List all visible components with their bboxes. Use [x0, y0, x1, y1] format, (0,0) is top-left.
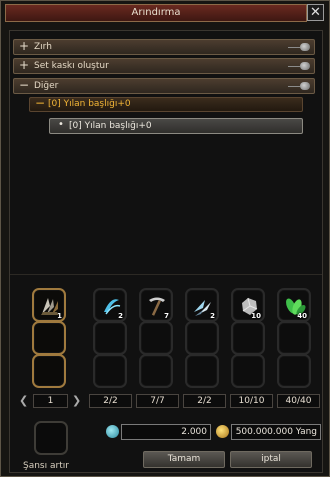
material-slot[interactable]: 2	[93, 288, 127, 322]
material-slot-empty[interactable]	[93, 321, 127, 355]
material-count: 10/10	[230, 394, 273, 408]
material-slot-empty[interactable]	[277, 354, 311, 388]
close-button[interactable]: ✕	[307, 4, 324, 21]
divider-line	[288, 86, 300, 87]
refine-window: Arındırma ✕ + Zırh + Set kaskı oluştur −…	[0, 0, 330, 477]
material-slot-empty[interactable]	[139, 321, 173, 355]
yang-cost-field: 500.000.000 Yang	[231, 424, 321, 440]
item-count: 10	[251, 312, 261, 320]
category-label: Zırh	[34, 42, 52, 52]
material-slot-empty[interactable]	[93, 354, 127, 388]
material-slot[interactable]: 10	[231, 288, 265, 322]
subcategory-snake-helmet[interactable]: − [0] Yılan başlığı+0	[29, 97, 303, 112]
points-cost-field: 2.000	[121, 424, 211, 440]
collapse-icon: −	[35, 96, 46, 110]
dragon-coin-icon	[106, 425, 119, 438]
material-count: 2/2	[89, 394, 132, 408]
window-title-bar[interactable]: Arındırma	[5, 4, 307, 22]
item-count: 2	[210, 312, 215, 320]
material-slot-empty[interactable]	[231, 321, 265, 355]
main-item-slot-empty[interactable]	[32, 321, 66, 355]
item-count: 1	[57, 312, 62, 320]
main-item-slot[interactable]: 1	[32, 288, 66, 322]
material-slot-empty[interactable]	[185, 354, 219, 388]
category-set-helmet[interactable]: + Set kaskı oluştur	[13, 58, 315, 74]
expand-icon: +	[19, 58, 30, 72]
expand-icon: +	[19, 39, 30, 53]
material-slot[interactable]: 40	[277, 288, 311, 322]
material-count: 2/2	[183, 394, 226, 408]
recipe-label: [0] Yılan başlığı+0	[69, 121, 152, 131]
page-number: 1	[33, 394, 68, 408]
section-divider	[10, 274, 322, 275]
chance-boost-slot[interactable]	[34, 421, 68, 455]
close-icon: ✕	[310, 5, 321, 20]
knob-icon	[300, 62, 310, 70]
category-label: Set kaskı oluştur	[34, 61, 109, 71]
divider-line	[288, 66, 300, 67]
material-count: 40/40	[277, 394, 320, 408]
divider-line	[288, 47, 300, 48]
item-count: 7	[164, 312, 169, 320]
item-count: 40	[297, 312, 307, 320]
main-item-slot-empty[interactable]	[32, 354, 66, 388]
material-count: 7/7	[136, 394, 179, 408]
cancel-button[interactable]: iptal	[230, 451, 312, 468]
category-armor[interactable]: + Zırh	[13, 39, 315, 55]
material-slot-empty[interactable]	[139, 354, 173, 388]
knob-icon	[300, 82, 310, 90]
chance-boost-label: Şansı artır	[23, 461, 69, 471]
yang-coin-icon	[216, 425, 229, 438]
collapse-icon: −	[19, 78, 30, 92]
item-count: 2	[118, 312, 123, 320]
next-page-icon[interactable]: ❯	[72, 394, 81, 408]
ok-button[interactable]: Tamam	[143, 451, 225, 468]
material-slot-empty[interactable]	[277, 321, 311, 355]
subcategory-label: [0] Yılan başlığı+0	[48, 99, 131, 109]
material-slot[interactable]: 7	[139, 288, 173, 322]
material-slot-empty[interactable]	[185, 321, 219, 355]
bullet-icon: •	[58, 119, 64, 130]
knob-icon	[300, 43, 310, 51]
material-slot[interactable]: 2	[185, 288, 219, 322]
recipe-item-snake-helmet[interactable]: • [0] Yılan başlığı+0	[49, 118, 303, 134]
category-label: Diğer	[34, 81, 59, 91]
window-title: Arındırma	[131, 7, 181, 18]
category-other[interactable]: − Diğer	[13, 78, 315, 94]
prev-page-icon[interactable]: ❮	[19, 394, 28, 408]
material-slot-empty[interactable]	[231, 354, 265, 388]
